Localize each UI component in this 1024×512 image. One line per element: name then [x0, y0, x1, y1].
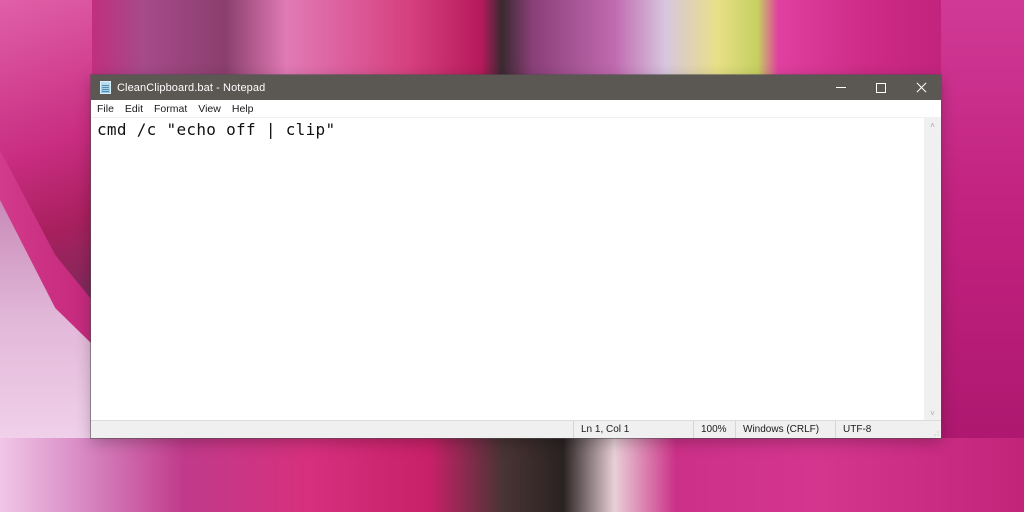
- editor-content[interactable]: cmd /c "echo off | clip": [97, 120, 335, 139]
- status-encoding: UTF-8: [835, 421, 928, 438]
- notepad-icon[interactable]: [100, 81, 111, 94]
- wallpaper-lower: [0, 438, 1024, 512]
- status-line-ending: Windows (CRLF): [735, 421, 835, 438]
- status-zoom: 100%: [693, 421, 735, 438]
- wallpaper-petal-right: [941, 0, 1024, 512]
- scroll-down-arrow-icon[interactable]: ˅: [924, 406, 941, 420]
- window-title: CleanClipboard.bat - Notepad: [117, 81, 266, 94]
- maximize-button[interactable]: [861, 75, 901, 100]
- notepad-window: CleanClipboard.bat - Notepad File Edit F…: [91, 75, 941, 438]
- minimize-button[interactable]: [821, 75, 861, 100]
- minimize-icon: [836, 87, 846, 88]
- close-icon: [916, 82, 927, 93]
- menu-format[interactable]: Format: [149, 103, 192, 115]
- resize-grip-icon[interactable]: [931, 428, 939, 436]
- title-bar[interactable]: CleanClipboard.bat - Notepad: [91, 75, 941, 100]
- text-editor[interactable]: cmd /c "echo off | clip": [91, 118, 924, 420]
- status-bar: Ln 1, Col 1 100% Windows (CRLF) UTF-8: [91, 420, 941, 438]
- maximize-icon: [876, 82, 886, 93]
- menu-view[interactable]: View: [193, 103, 226, 115]
- status-cursor-position: Ln 1, Col 1: [573, 421, 693, 438]
- vertical-scrollbar[interactable]: ˄ ˅: [924, 118, 941, 420]
- menu-help[interactable]: Help: [227, 103, 259, 115]
- window-controls: [821, 75, 941, 100]
- menu-bar: File Edit Format View Help: [91, 100, 941, 118]
- menu-edit[interactable]: Edit: [120, 103, 148, 115]
- close-button[interactable]: [901, 75, 941, 100]
- menu-file[interactable]: File: [92, 103, 119, 115]
- desktop: CleanClipboard.bat - Notepad File Edit F…: [0, 0, 1024, 512]
- scroll-up-arrow-icon[interactable]: ˄: [924, 118, 941, 132]
